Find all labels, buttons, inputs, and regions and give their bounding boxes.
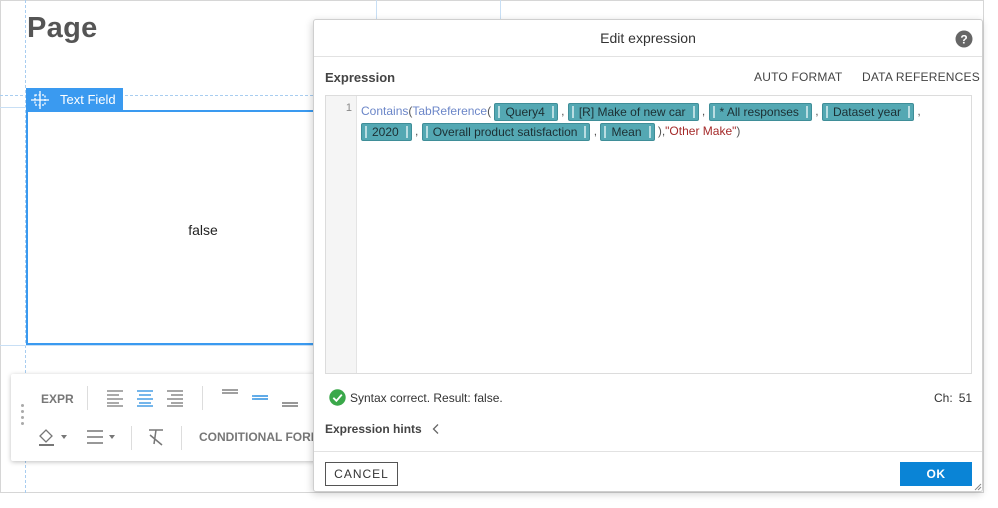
help-icon[interactable]: ?: [955, 30, 973, 48]
data-reference-chip[interactable]: * All responses: [708, 102, 812, 121]
align-middle-icon[interactable]: [250, 388, 270, 408]
expr-button[interactable]: EXPR: [41, 392, 74, 406]
toolbar-divider: [131, 426, 132, 450]
resize-handle-icon[interactable]: [974, 483, 982, 491]
format-toolbar: EXPR CONDITIONAL FORM: [11, 374, 331, 461]
text-field-tag-label: Text Field: [60, 92, 116, 107]
function-token: Contains: [361, 104, 409, 118]
expression-code[interactable]: Contains(TabReference( Query4 , [R] Make…: [361, 101, 966, 141]
toolbar-drag-handle[interactable]: [20, 404, 26, 432]
function-token: TabReference: [412, 104, 488, 118]
dialog-header: Edit expression ?: [314, 20, 982, 57]
data-reference-chip[interactable]: [R] Make of new car: [567, 102, 699, 121]
auto-format-button[interactable]: AUTO FORMAT: [754, 70, 842, 84]
align-left-icon[interactable]: [105, 388, 125, 408]
ok-button[interactable]: OK: [900, 462, 972, 486]
text-field-box[interactable]: false: [26, 110, 326, 345]
fill-color-icon[interactable]: [37, 427, 71, 447]
expression-section-label: Expression: [325, 70, 396, 85]
edit-expression-dialog: Edit expression ? Expression AUTO FORMAT…: [313, 19, 983, 492]
conditional-format-button[interactable]: CONDITIONAL FORM: [199, 430, 321, 444]
cancel-button[interactable]: CANCEL: [325, 462, 398, 486]
check-circle-icon: [329, 389, 346, 406]
clear-format-icon[interactable]: [146, 427, 166, 447]
dialog-footer: CANCEL OK: [314, 451, 982, 492]
character-count: Ch: 51: [934, 391, 972, 405]
page-title: Page: [27, 12, 98, 44]
align-right-icon[interactable]: [165, 388, 185, 408]
character-count-value: 51: [958, 391, 973, 405]
data-references-button[interactable]: DATA REFERENCES: [862, 70, 980, 84]
toolbar-divider: [87, 386, 88, 410]
align-center-icon[interactable]: [135, 388, 155, 408]
syntax-status-text: Syntax correct. Result: false.: [350, 390, 503, 405]
expression-editor[interactable]: 1 Contains(TabReference( Query4 , [R] Ma…: [325, 95, 972, 374]
data-reference-chip[interactable]: Query4: [494, 102, 558, 121]
data-reference-chip[interactable]: Overall product satisfaction: [421, 122, 591, 141]
text-field-tag[interactable]: Text Field: [26, 88, 123, 111]
layout-guide: [376, 0, 377, 19]
syntax-status: Syntax correct. Result: false.: [329, 389, 503, 406]
toolbar-divider: [202, 386, 203, 410]
move-handle-icon: [31, 90, 49, 109]
line-number-gutter: 1: [326, 96, 357, 373]
layout-guide: [0, 107, 26, 108]
expression-hints-label: Expression hints: [325, 422, 422, 436]
data-reference-chip[interactable]: Dataset year: [821, 102, 914, 121]
align-top-icon[interactable]: [220, 384, 240, 404]
string-literal-token: "Other Make": [665, 124, 737, 138]
toolbar-divider: [181, 426, 182, 450]
svg-text:?: ?: [960, 32, 967, 46]
dialog-title: Edit expression: [600, 30, 696, 46]
expression-hints-toggle[interactable]: Expression hints: [325, 422, 442, 436]
align-bottom-icon[interactable]: [280, 392, 300, 412]
layout-guide: [500, 0, 501, 19]
border-style-icon[interactable]: [85, 427, 119, 447]
line-number: 1: [345, 102, 352, 114]
chevron-left-icon: [432, 424, 439, 434]
data-reference-chip[interactable]: Mean: [600, 122, 655, 141]
data-reference-chip[interactable]: 2020: [361, 122, 412, 141]
character-count-label: Ch:: [934, 391, 953, 405]
